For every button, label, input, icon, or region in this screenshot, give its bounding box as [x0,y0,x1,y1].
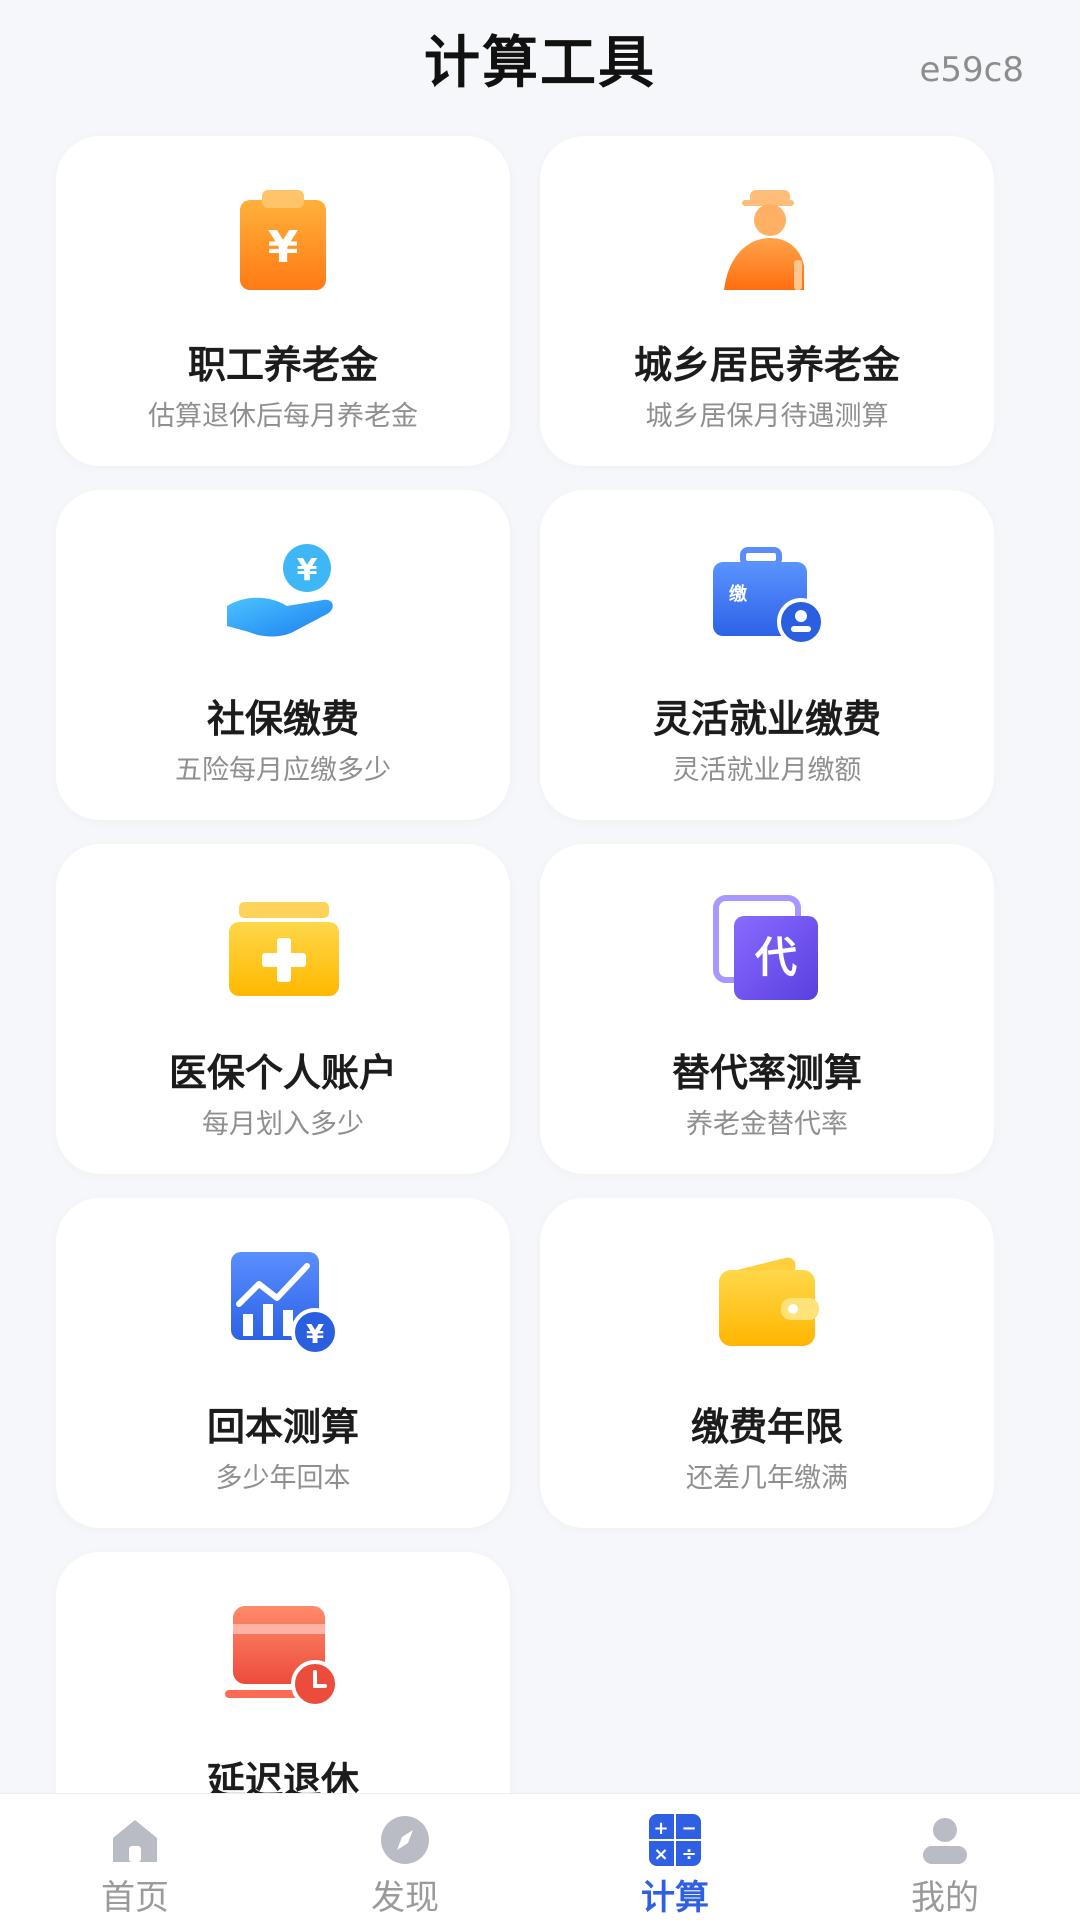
tool-subtitle: 灵活就业月缴额 [672,755,862,786]
wallet-icon [540,1248,994,1358]
tool-card-contribution-years[interactable]: 缴费年限 还差几年缴满 [540,1198,994,1528]
tool-title: 职工养老金 [187,343,378,387]
chart-coin-icon: ¥ [56,1248,510,1358]
page-title: 计算工具 [424,31,656,96]
tool-subtitle: 估算退休后每月养老金 [148,401,418,432]
svg-text:÷: ÷ [681,1844,696,1865]
card-clock-icon [56,1602,510,1712]
tool-card-break-even[interactable]: ¥ 回本测算 多少年回本 [56,1198,510,1528]
svg-text:¥: ¥ [268,222,299,273]
elderly-person-icon [540,186,994,296]
tab-label: 发现 [371,1878,439,1918]
tool-subtitle: 多少年回本 [215,1463,351,1494]
medical-box-icon [56,894,510,1004]
tool-subtitle: 每月划入多少 [202,1109,364,1140]
briefcase-person-icon: 缴 [540,540,994,650]
hand-coin-icon: ¥ [56,540,510,650]
bottom-tab-bar: 首页 发现 + − × ÷ 计算 我的 [0,1793,1080,1920]
tab-calculate[interactable]: + − × ÷ 计算 [540,1794,810,1920]
clipboard-yuan-icon: ¥ [56,186,510,296]
svg-text:+: + [653,1818,668,1839]
tab-label: 首页 [101,1878,169,1918]
tool-title: 缴费年限 [690,1405,843,1449]
home-icon [0,1812,270,1868]
tool-title: 社保缴费 [206,697,359,741]
svg-text:缴: 缴 [729,583,748,605]
calculator-icon: + − × ÷ [540,1812,810,1868]
compass-icon [270,1812,540,1868]
tool-title: 回本测算 [206,1405,359,1449]
tool-card-resident-pension[interactable]: 城乡居民养老金 城乡居保月待遇测算 [540,136,994,466]
tool-subtitle: 养老金替代率 [686,1109,848,1140]
svg-text:×: × [653,1844,668,1865]
tab-discover[interactable]: 发现 [270,1794,540,1920]
tool-subtitle: 还差几年缴满 [686,1463,848,1494]
svg-text:¥: ¥ [297,553,318,588]
svg-text:¥: ¥ [306,1320,324,1350]
tool-card-replacement-rate[interactable]: 代 替代率测算 养老金替代率 [540,844,994,1174]
tool-card-employee-pension[interactable]: ¥ 职工养老金 估算退休后每月养老金 [56,136,510,466]
svg-text:−: − [681,1818,696,1839]
tool-card-social-insurance[interactable]: ¥ 社保缴费 五险每月应缴多少 [56,490,510,820]
tool-card-flexible-employment[interactable]: 缴 灵活就业缴费 灵活就业月缴额 [540,490,994,820]
tool-card-medical-account[interactable]: 医保个人账户 每月划入多少 [56,844,510,1174]
tab-label: 计算 [641,1878,709,1918]
tab-mine[interactable]: 我的 [810,1794,1080,1920]
tool-subtitle: 城乡居保月待遇测算 [645,401,889,432]
svg-text:代: 代 [754,933,797,982]
tool-title: 灵活就业缴费 [652,697,881,741]
tool-title: 替代率测算 [671,1051,862,1095]
tool-title: 医保个人账户 [168,1051,397,1095]
build-tag: e59c8 [919,50,1024,90]
tab-label: 我的 [911,1878,979,1918]
tool-subtitle: 五险每月应缴多少 [175,755,391,786]
user-icon [810,1812,1080,1868]
substitute-card-icon: 代 [540,894,994,1004]
tab-home[interactable]: 首页 [0,1794,270,1920]
tool-title: 城乡居民养老金 [633,343,900,387]
